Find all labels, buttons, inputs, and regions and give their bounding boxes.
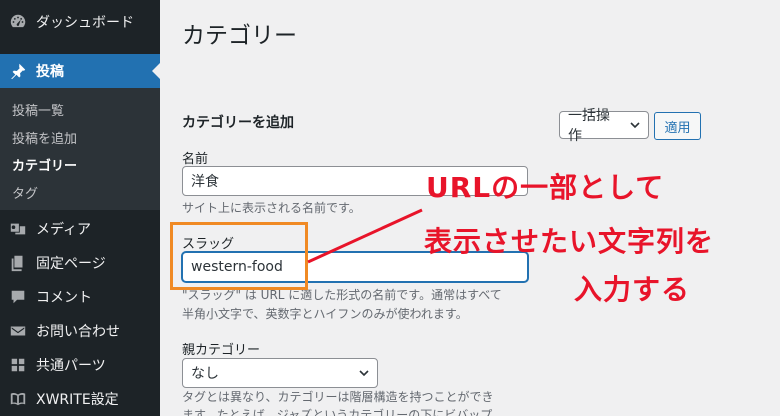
bulk-action-select[interactable]: 一括操作 [559, 108, 649, 144]
slug-highlight-box [170, 222, 308, 290]
menu-common-parts[interactable]: 共通パーツ [0, 348, 160, 382]
pin-icon [8, 61, 28, 81]
chevron-down-icon [630, 122, 640, 129]
menu-posts-label: 投稿 [36, 64, 64, 80]
annotation-line2: 表示させたい文字列を [424, 225, 715, 258]
menu-posts[interactable]: 投稿 [0, 54, 160, 88]
menu-comments[interactable]: コメント [0, 280, 160, 314]
name-input-value: 洋食 [191, 174, 219, 190]
submenu-categories[interactable]: カテゴリー [12, 155, 77, 174]
dashboard-icon [8, 12, 28, 32]
book-icon [8, 389, 28, 409]
submenu-add-post[interactable]: 投稿を追加 [12, 128, 77, 147]
posts-submenu: 投稿一覧 投稿を追加 カテゴリー タグ [0, 88, 160, 210]
chevron-down-icon [359, 370, 369, 377]
menu-contact-label: お問い合わせ [36, 324, 120, 340]
page-title: カテゴリー [182, 23, 297, 49]
admin-sidebar: ダッシュボード 投稿 投稿一覧 投稿を追加 カテゴリー タグ メディア 固定ペー… [0, 0, 160, 416]
menu-comments-label: コメント [36, 290, 92, 306]
menu-xwrite-settings[interactable]: XWRITE設定 [0, 382, 160, 416]
apply-button[interactable]: 適用 [654, 112, 701, 140]
comment-icon [8, 287, 28, 307]
menu-common-parts-label: 共通パーツ [36, 358, 106, 374]
parent-help-line2: ます。たとえば、ジャズというカテゴリーの下にビバップ [182, 408, 493, 416]
menu-dashboard[interactable]: ダッシュボード [0, 5, 160, 39]
menu-media-label: メディア [36, 222, 92, 238]
menu-media[interactable]: メディア [0, 212, 160, 246]
submenu-all-posts[interactable]: 投稿一覧 [12, 100, 64, 119]
parent-category-label: 親カテゴリー [182, 343, 261, 358]
menu-pages[interactable]: 固定ページ [0, 246, 160, 280]
menu-contact[interactable]: お問い合わせ [0, 314, 160, 348]
submenu-tags[interactable]: タグ [12, 183, 38, 202]
media-icon [8, 219, 28, 239]
add-category-heading: カテゴリーを追加 [182, 115, 294, 131]
parts-icon [8, 355, 28, 375]
name-label: 名前 [182, 152, 209, 167]
name-help-text: サイト上に表示される名前です。 [182, 201, 361, 215]
annotation-line1: URLの一部として [426, 171, 665, 204]
menu-pages-label: 固定ページ [36, 256, 106, 272]
slug-help-line2: 半角小文字で、英数字とハイフンのみが使われます。 [182, 307, 468, 321]
bulk-action-selected: 一括操作 [568, 108, 610, 144]
menu-xwrite-settings-label: XWRITE設定 [36, 392, 119, 408]
parent-help-line1: タグとは異なり、カテゴリーは階層構造を持つことができ [182, 390, 494, 404]
menu-dashboard-label: ダッシュボード [36, 15, 134, 31]
parent-category-selected: なし [191, 366, 219, 382]
parent-category-select[interactable]: なし [182, 358, 378, 388]
annotation-line3: 入力する [574, 273, 691, 306]
page-icon [8, 253, 28, 273]
main-content: カテゴリー 一括操作 適用 カテゴリーを追加 名前 洋食 サイト上に表示される名… [160, 0, 780, 416]
mail-icon [8, 321, 28, 341]
